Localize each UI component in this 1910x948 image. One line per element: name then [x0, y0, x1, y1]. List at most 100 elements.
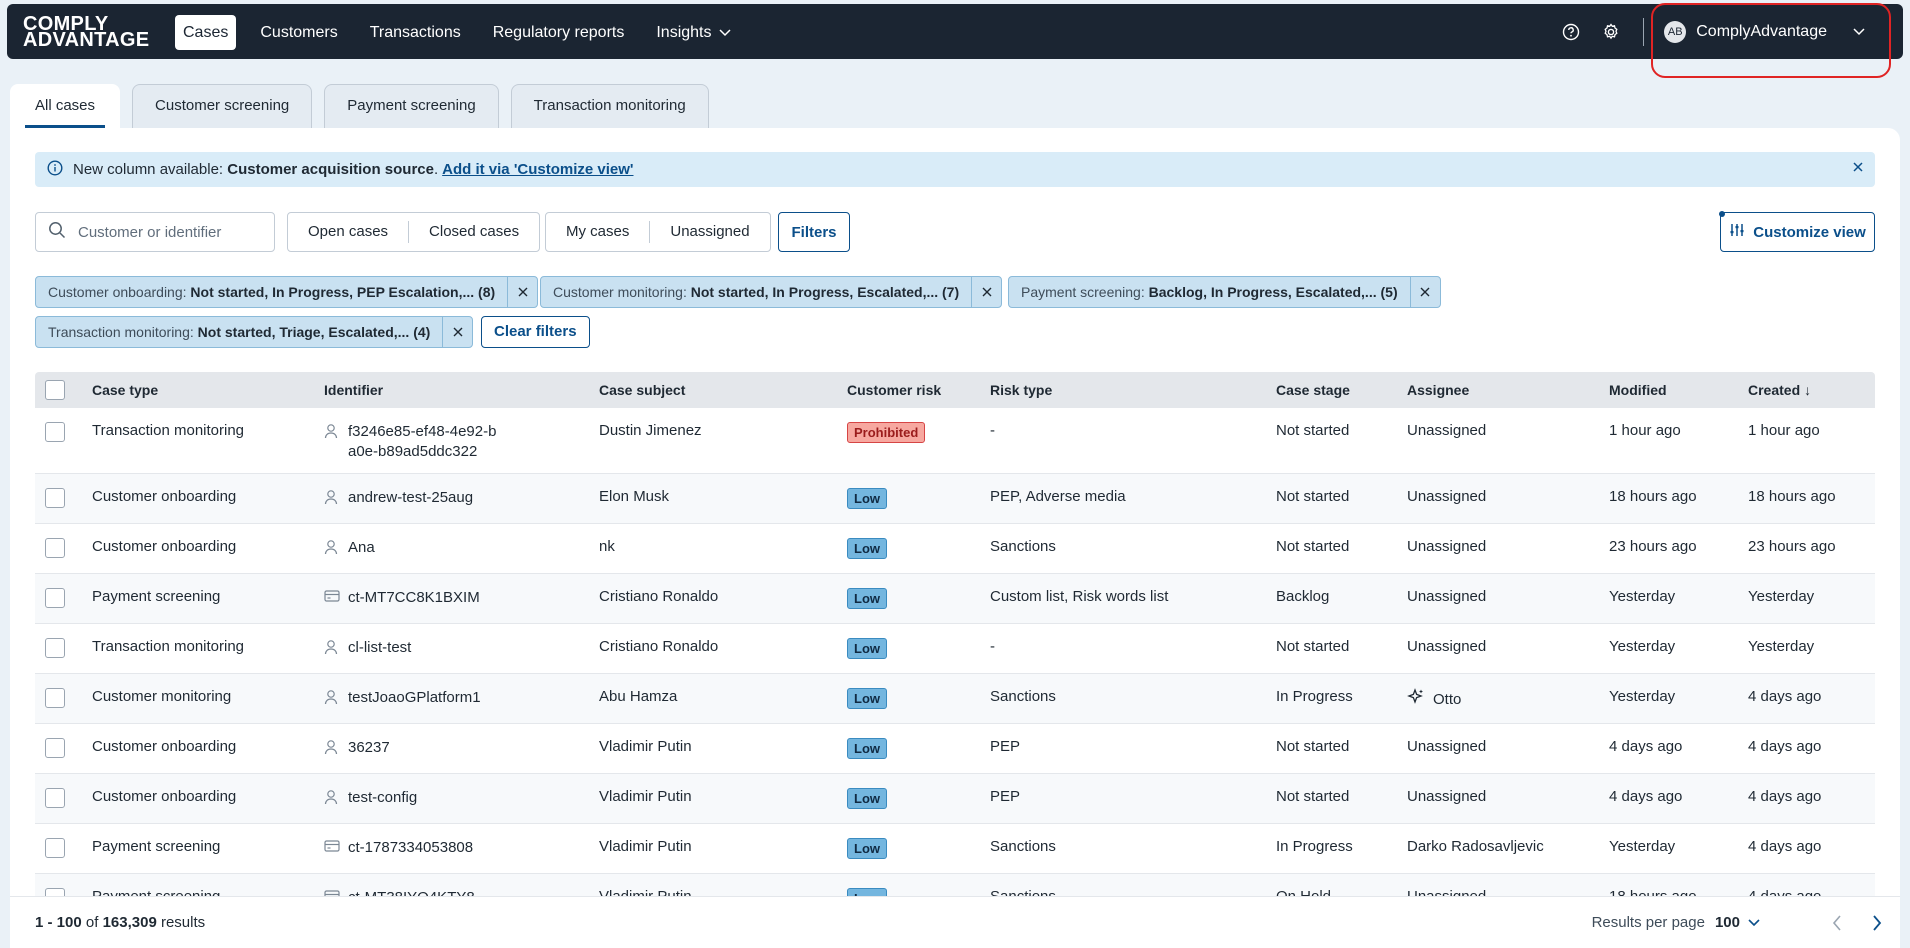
filter-chip-transaction-monitoring[interactable]: Transaction monitoring: Not started, Tri…: [35, 316, 474, 348]
filter-chip-customer-monitoring[interactable]: Customer monitoring: Not started, In Pro…: [540, 276, 1003, 308]
help-icon[interactable]: [1559, 20, 1583, 44]
person-icon: [324, 422, 340, 462]
col-modified[interactable]: Modified: [1609, 382, 1748, 398]
close-icon[interactable]: [1409, 277, 1440, 307]
cell-modified: Yesterday: [1609, 688, 1676, 705]
account-name: ComplyAdvantage: [1696, 22, 1827, 40]
cell-identifier[interactable]: f3246e85-ef48-4e92-ba0e-b89ad5ddc322: [348, 422, 498, 462]
tab-payment-screening[interactable]: Payment screening: [324, 84, 499, 128]
row-checkbox[interactable]: [45, 638, 65, 658]
search-box[interactable]: [35, 212, 275, 252]
filters-button[interactable]: Filters: [778, 212, 850, 252]
table-row[interactable]: Customer onboarding test-config Vladimir P…: [35, 774, 1875, 824]
chevron-down-icon: [1748, 918, 1760, 926]
col-created-label: Created: [1748, 382, 1801, 398]
cell-identifier[interactable]: testJoaoGPlatform1: [348, 688, 481, 709]
cell-identifier[interactable]: Ana: [348, 538, 375, 559]
next-page-icon[interactable]: [1872, 914, 1882, 931]
cell-identifier[interactable]: andrew-test-25aug: [348, 488, 473, 509]
row-checkbox[interactable]: [45, 422, 65, 442]
cell-modified: Yesterday: [1609, 838, 1676, 855]
close-icon[interactable]: [442, 317, 472, 347]
close-icon[interactable]: [971, 277, 1001, 307]
logo[interactable]: COMPLY ADVANTAGE: [23, 14, 149, 50]
chip-label: Transaction monitoring:: [48, 324, 194, 340]
open-cases-option[interactable]: Open cases: [288, 221, 408, 243]
cell-identifier[interactable]: ct-1787334053808: [348, 838, 473, 858]
table-row[interactable]: Transaction monitoring cl-list-test Cristi…: [35, 624, 1875, 674]
cell-case-type: Transaction monitoring: [92, 638, 245, 655]
table-row[interactable]: Payment screening ct-1787334053808 Vladimi…: [35, 824, 1875, 874]
col-identifier[interactable]: Identifier: [324, 382, 599, 398]
my-cases-option[interactable]: My cases: [546, 221, 649, 243]
customize-view-link[interactable]: Add it via 'Customize view': [442, 161, 633, 178]
select-all-checkbox[interactable]: [45, 380, 65, 400]
new-indicator-dot: [1719, 211, 1725, 217]
card-icon: [324, 588, 340, 608]
row-checkbox[interactable]: [45, 488, 65, 508]
cell-assignee: Unassigned: [1407, 788, 1487, 805]
row-checkbox[interactable]: [45, 838, 65, 858]
nav-cases[interactable]: Cases: [175, 15, 237, 50]
nav-customers[interactable]: Customers: [244, 15, 353, 50]
cell-identifier[interactable]: cl-list-test: [348, 638, 411, 659]
row-checkbox[interactable]: [45, 688, 65, 708]
col-customer-risk[interactable]: Customer risk: [847, 382, 990, 398]
unassigned-option[interactable]: Unassigned: [649, 221, 769, 243]
col-assignee[interactable]: Assignee: [1407, 382, 1609, 398]
tab-customer-screening[interactable]: Customer screening: [132, 84, 313, 128]
col-case-stage[interactable]: Case stage: [1276, 382, 1407, 398]
cell-identifier[interactable]: 36237: [348, 738, 390, 759]
cell-case-type: Customer onboarding: [92, 738, 237, 755]
cell-identifier[interactable]: ct-MT7CC8K1BXIM: [348, 588, 480, 608]
results-count: 1 - 100 of 163,309 results: [35, 914, 205, 931]
filter-chip-payment-screening[interactable]: Payment screening: Backlog, In Progress,…: [1008, 276, 1441, 308]
row-checkbox[interactable]: [45, 538, 65, 558]
col-created[interactable]: Created ↓: [1748, 382, 1878, 398]
table-row[interactable]: Customer onboarding 36237 Vladimir Putin Lo…: [35, 724, 1875, 774]
nav-divider: [1643, 17, 1645, 46]
chip-label: Payment screening:: [1021, 284, 1145, 300]
search-input[interactable]: [78, 223, 258, 241]
row-checkbox[interactable]: [45, 588, 65, 608]
nav-transactions[interactable]: Transactions: [354, 15, 477, 50]
row-checkbox[interactable]: [45, 738, 65, 758]
results-per-page-value: 100: [1714, 914, 1740, 931]
row-checkbox[interactable]: [45, 788, 65, 808]
toolbar: Open cases Closed cases My cases Unassig…: [35, 211, 1875, 252]
clear-filters-button[interactable]: Clear filters: [481, 316, 590, 348]
close-icon[interactable]: [1851, 160, 1865, 178]
table-row[interactable]: Customer monitoring testJoaoGPlatform1 Abu…: [35, 674, 1875, 724]
close-icon[interactable]: [507, 277, 537, 307]
filter-chip-customer-onboarding[interactable]: Customer onboarding: Not started, In Pro…: [35, 276, 539, 308]
nav-insights[interactable]: Insights: [640, 15, 747, 50]
cell-modified: 4 days ago: [1609, 738, 1683, 755]
tab-all-cases[interactable]: All cases: [10, 84, 121, 128]
prev-page-icon[interactable]: [1832, 914, 1842, 931]
results-per-page-select[interactable]: 100: [1715, 914, 1760, 931]
avatar: AB: [1664, 20, 1687, 43]
col-case-type[interactable]: Case type: [92, 382, 324, 398]
col-case-subject[interactable]: Case subject: [599, 382, 847, 398]
cell-assignee: Unassigned: [1407, 738, 1487, 755]
customize-view-button[interactable]: Customize view: [1719, 211, 1875, 252]
nav-regulatory-reports[interactable]: Regulatory reports: [477, 15, 641, 50]
results-per-page: Results per page 100: [1592, 914, 1760, 931]
cell-identifier[interactable]: test-config: [348, 788, 417, 809]
results-of: of: [85, 914, 99, 931]
cell-created: 4 days ago: [1748, 688, 1822, 705]
chip-value: Not started, Triage, Escalated,... (4): [197, 324, 431, 340]
cell-created: 4 days ago: [1748, 838, 1822, 855]
cell-case-stage: Not started: [1276, 738, 1350, 755]
table-row[interactable]: Transaction monitoring f3246e85-ef48-4e92…: [35, 408, 1875, 474]
account-menu[interactable]: AB ComplyAdvantage: [1664, 20, 1903, 43]
table-row[interactable]: Customer onboarding andrew-test-25aug Elon…: [35, 474, 1875, 524]
closed-cases-option[interactable]: Closed cases: [408, 221, 539, 243]
top-nav: COMPLY ADVANTAGE Cases Customers Transac…: [7, 4, 1903, 59]
settings-gear-icon[interactable]: [1599, 20, 1623, 44]
tab-transaction-monitoring[interactable]: Transaction monitoring: [510, 84, 709, 128]
table-row[interactable]: Customer onboarding Ana nk Low Sanctions Not …: [35, 524, 1875, 574]
col-risk-type[interactable]: Risk type: [990, 382, 1276, 398]
results-range: 1 - 100: [35, 914, 82, 931]
table-row[interactable]: Payment screening ct-MT7CC8K1BXIM Cristian…: [35, 574, 1875, 624]
